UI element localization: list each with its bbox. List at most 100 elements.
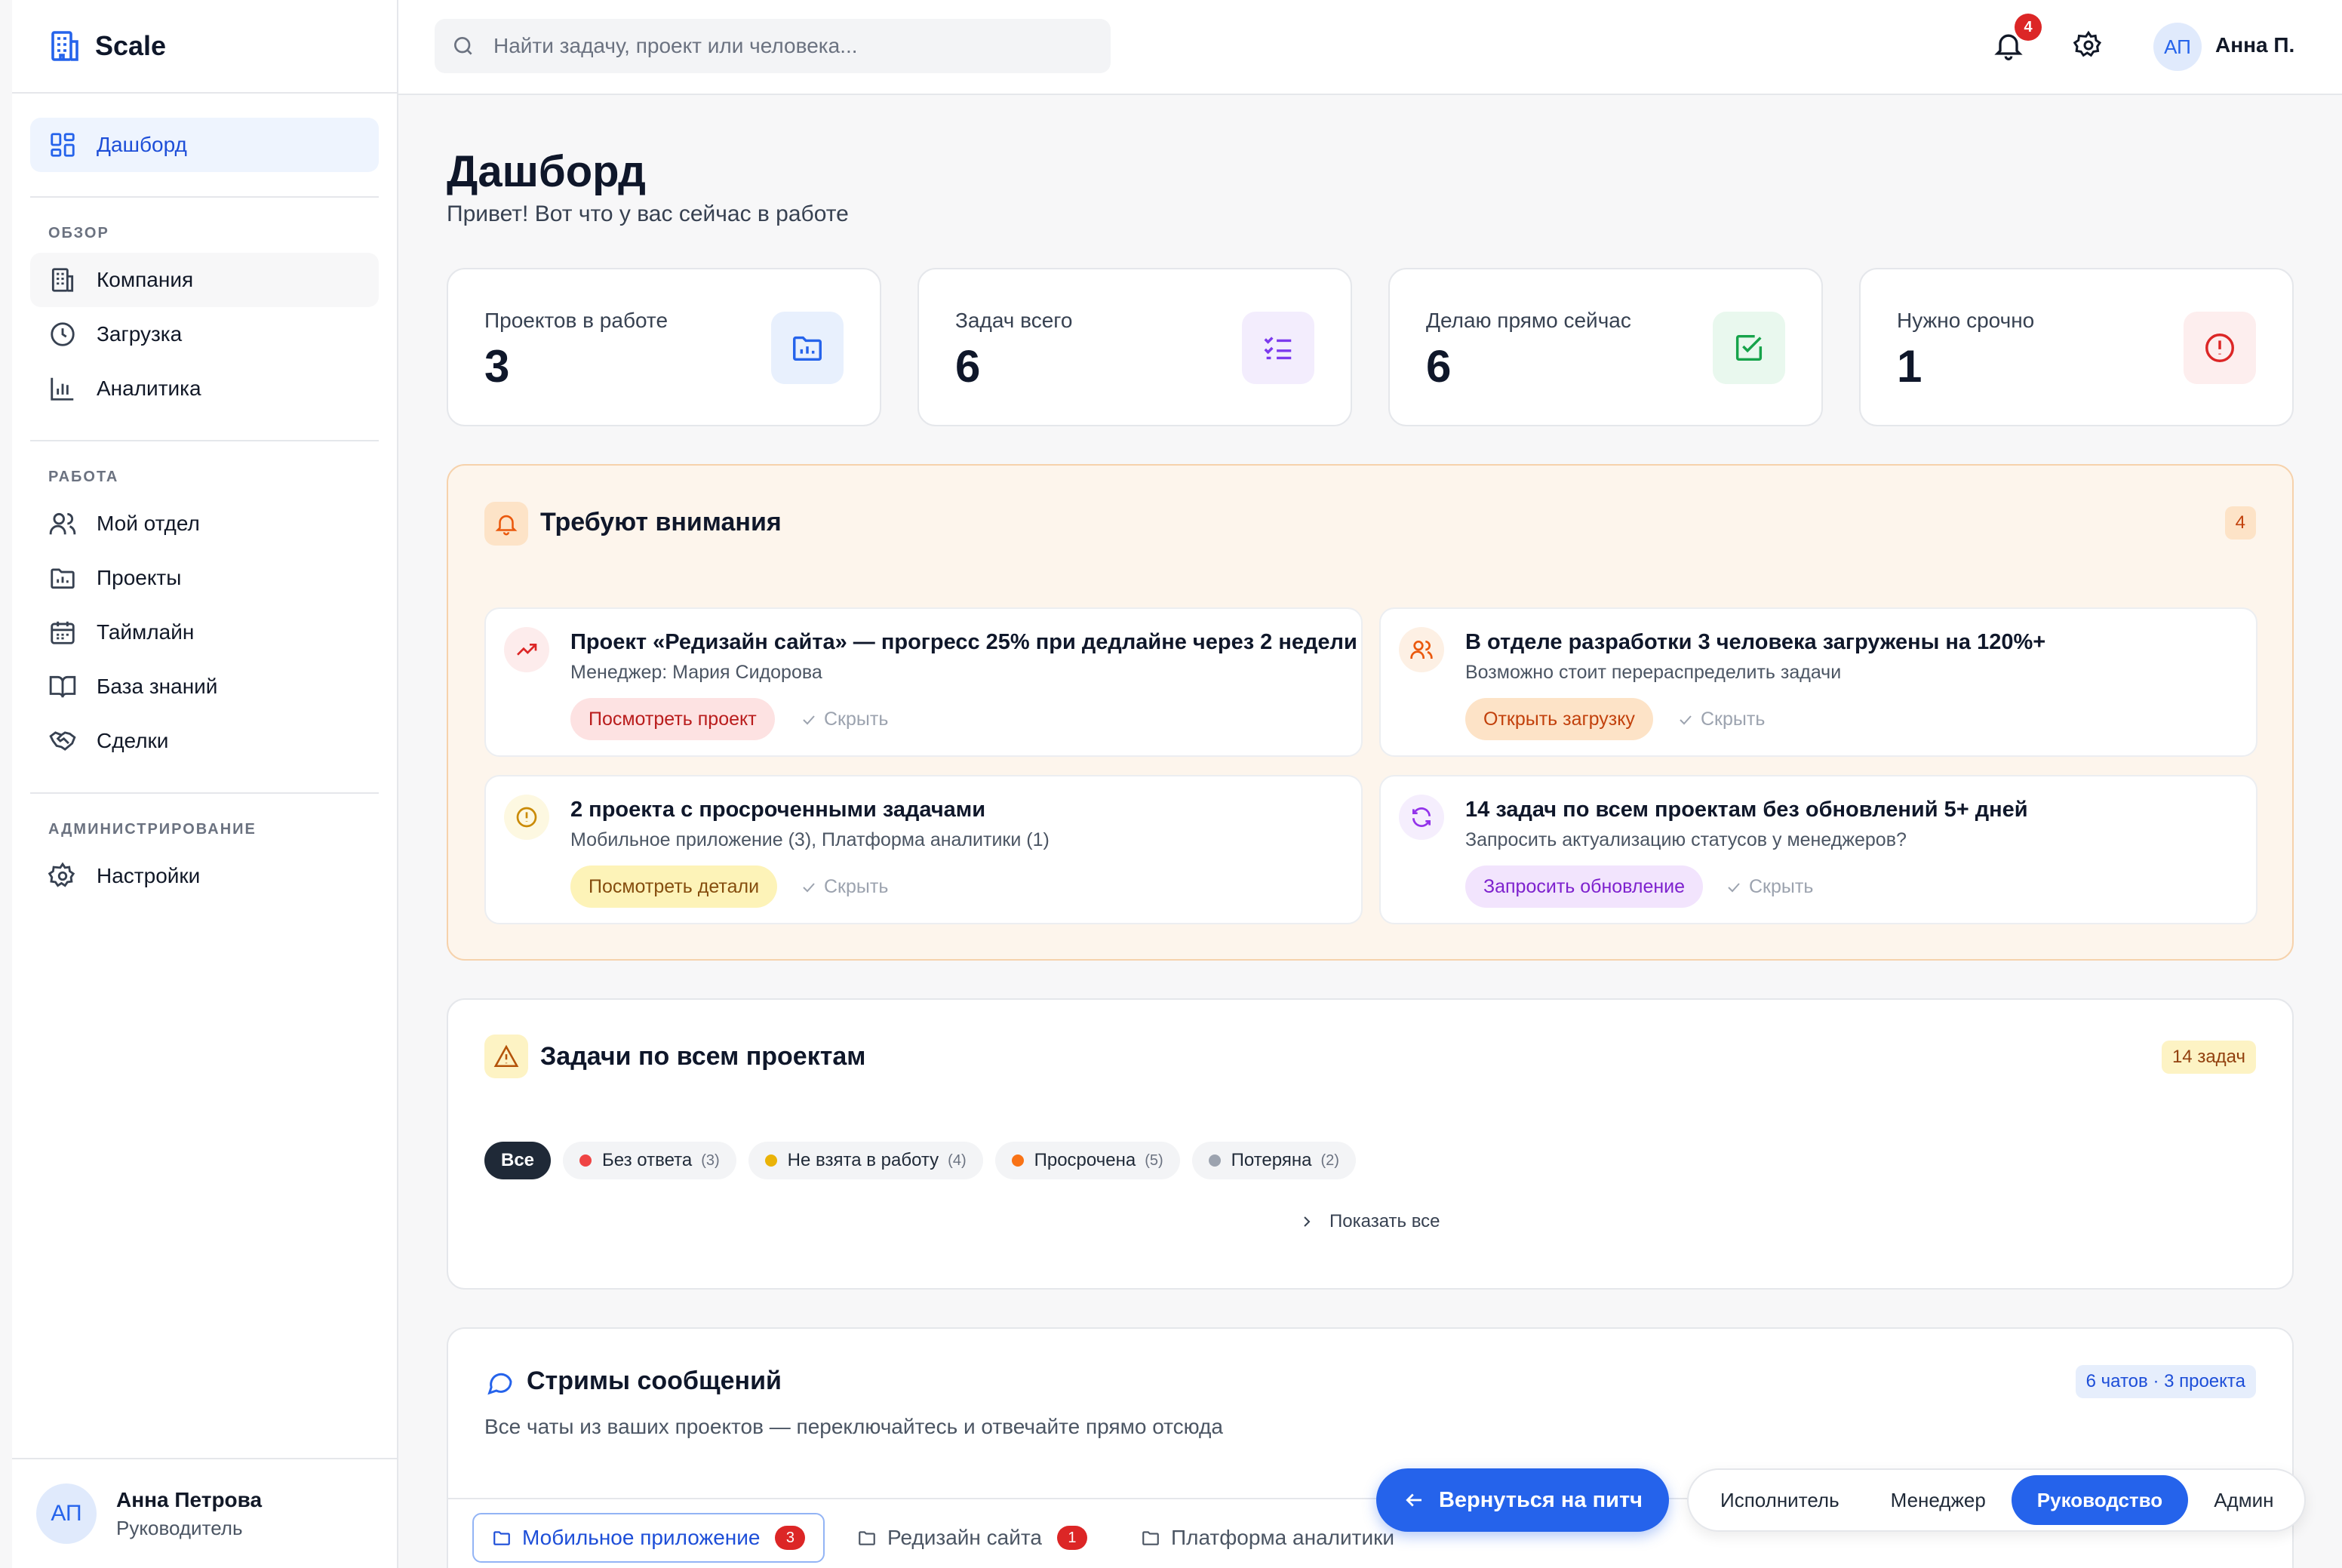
tab-website-redesign[interactable]: Редизайн сайта 1 [839, 1513, 1105, 1563]
list-check-icon [1242, 312, 1314, 384]
attention-card-title: 2 проекта с просроченными задачами [570, 798, 986, 822]
attention-card-desc: Запросить актуализацию статусов у менедж… [1465, 829, 1907, 850]
sidebar-item-label: Загрузка [97, 322, 183, 346]
bell-icon [484, 502, 528, 546]
tasks-panel: Задачи по всем проектам 14 задач Все Без… [447, 998, 2294, 1290]
avatar[interactable]: АП [2153, 23, 2202, 71]
filter-no-answer[interactable]: Без ответа (3) [563, 1142, 736, 1179]
filter-lost[interactable]: Потеряна (2) [1191, 1142, 1356, 1179]
role-manager[interactable]: Менеджер [1865, 1475, 2012, 1525]
bar-chart-icon [51, 377, 74, 401]
sidebar-item-dashboard[interactable]: Дашборд [30, 118, 379, 172]
streams-title: Стримы сообщений [527, 1367, 782, 1395]
back-label: Вернуться на питч [1438, 1487, 1643, 1512]
view-details-button[interactable]: Посмотреть детали [570, 865, 778, 908]
tab-label: Платформа аналитики [1171, 1526, 1394, 1549]
role-admin[interactable]: Админ [2188, 1475, 2299, 1525]
view-project-button[interactable]: Посмотреть проект [570, 698, 775, 740]
book-open-icon [49, 675, 76, 698]
hide-label: Скрыть [1749, 876, 1814, 897]
tab-count-badge: 3 [775, 1526, 806, 1550]
sidebar-item-knowledge-base[interactable]: База знаний [30, 659, 379, 714]
gear-icon[interactable] [2073, 30, 2104, 60]
main-content: Дашборд Привет! Вот что у вас сейчас в р… [447, 95, 2294, 1568]
app-logo[interactable]: Scale [12, 0, 397, 94]
sidebar-divider [30, 440, 379, 441]
topbar: 4 АП Анна П. [398, 0, 2342, 95]
notification-badge: 4 [2015, 14, 2042, 41]
sidebar-user[interactable]: АП Анна Петрова Руководитель [12, 1458, 397, 1568]
folder-icon [493, 1531, 510, 1545]
show-all-label: Показать все [1329, 1211, 1440, 1231]
open-workload-button[interactable]: Открыть загрузку [1465, 698, 1653, 740]
dashboard-icon [51, 133, 75, 157]
filter-count: (2) [1320, 1151, 1339, 1169]
sidebar-item-timeline[interactable]: Таймлайн [30, 605, 379, 659]
sidebar-item-label: Компания [97, 268, 194, 291]
task-filters: Все Без ответа (3) Не взята в работу (4) П… [484, 1142, 1356, 1179]
check-icon [803, 882, 815, 892]
sidebar-item-label: Сделки [97, 729, 169, 752]
request-update-button[interactable]: Запросить обновление [1465, 865, 1704, 908]
check-icon [1728, 882, 1740, 892]
filter-overdue[interactable]: Просрочена (5) [994, 1142, 1180, 1179]
role-executor[interactable]: Исполнитель [1695, 1475, 1865, 1525]
status-dot [1011, 1154, 1024, 1167]
sidebar-item-workload[interactable]: Загрузка [30, 307, 379, 361]
sidebar-item-settings[interactable]: Настройки [30, 849, 379, 903]
app-name: Scale [95, 30, 167, 61]
building-icon [51, 31, 78, 61]
attention-card: 14 задач по всем проектам без обновлений… [1379, 775, 2257, 924]
tab-analytics-platform[interactable]: Платформа аналитики [1123, 1513, 1412, 1563]
section-label-overview: ОБЗОР [48, 225, 109, 241]
stat-card[interactable]: Нужно срочно 1 [1859, 268, 2294, 426]
search-icon [454, 37, 472, 55]
stat-card[interactable]: Делаю прямо сейчас 6 [1388, 268, 1823, 426]
sidebar-item-projects[interactable]: Проекты [30, 551, 379, 605]
sidebar-item-my-department[interactable]: Мой отдел [30, 497, 379, 551]
sidebar-item-company[interactable]: Компания [30, 253, 379, 307]
sidebar-item-analytics[interactable]: Аналитика [30, 361, 379, 416]
hide-button[interactable]: Скрыть [1725, 876, 1813, 898]
arrow-left-icon [1406, 1493, 1421, 1507]
attention-card: В отделе разработки 3 человека загружены… [1379, 607, 2257, 757]
page-subtitle: Привет! Вот что у вас сейчас в работе [447, 201, 849, 226]
filter-count: (5) [1145, 1151, 1163, 1169]
hide-button[interactable]: Скрыть [1677, 709, 1765, 730]
role-switcher: Исполнитель Менеджер Руководство Админ [1687, 1468, 2306, 1532]
tab-label: Редизайн сайта [887, 1526, 1042, 1549]
show-all-button[interactable]: Показать все [1298, 1211, 1440, 1232]
user-name[interactable]: Анна П. [2215, 33, 2294, 57]
streams-panel: Стримы сообщений 6 чатов · 3 проекта Все… [447, 1327, 2294, 1568]
hide-label: Скрыть [824, 876, 889, 897]
tasks-count-badge: 14 задач [2161, 1041, 2256, 1074]
hide-button[interactable]: Скрыть [800, 709, 888, 730]
alert-circle-icon [504, 795, 549, 840]
attention-card-title: В отделе разработки 3 человека загружены… [1465, 630, 2046, 654]
search-input[interactable] [493, 34, 1067, 58]
stat-card[interactable]: Задач всего 6 [917, 268, 1352, 426]
hide-label: Скрыть [824, 709, 889, 730]
sidebar-item-deals[interactable]: Сделки [30, 714, 379, 768]
stat-card[interactable]: Проектов в работе 3 [447, 268, 881, 426]
attention-card-desc: Мобильное приложение (3), Платформа анал… [570, 829, 1050, 850]
attention-card-desc: Возможно стоит перераспределить задачи [1465, 662, 1842, 683]
filter-all[interactable]: Все [484, 1142, 552, 1179]
sidebar: Scale Дашборд ОБЗОР Компания Загрузка Ан… [12, 0, 398, 1568]
sidebar-item-label: Настройки [97, 864, 201, 887]
tab-mobile-app[interactable]: Мобильное приложение 3 [472, 1513, 825, 1563]
check-icon [803, 715, 815, 724]
tab-label: Мобильное приложение [522, 1526, 761, 1549]
hide-label: Скрыть [1701, 709, 1766, 730]
search-box[interactable] [435, 19, 1111, 73]
sidebar-divider [30, 792, 379, 794]
gear-icon [48, 862, 75, 887]
folder-icon [1142, 1531, 1159, 1545]
back-to-pitch-button[interactable]: Вернуться на питч [1376, 1468, 1669, 1532]
role-leadership[interactable]: Руководство [2011, 1475, 2189, 1525]
refresh-icon [1399, 795, 1444, 840]
hide-button[interactable]: Скрыть [800, 876, 888, 898]
avatar: АП [36, 1483, 97, 1544]
filter-not-taken[interactable]: Не взята в работу (4) [748, 1142, 983, 1179]
filter-count: (4) [948, 1151, 967, 1169]
